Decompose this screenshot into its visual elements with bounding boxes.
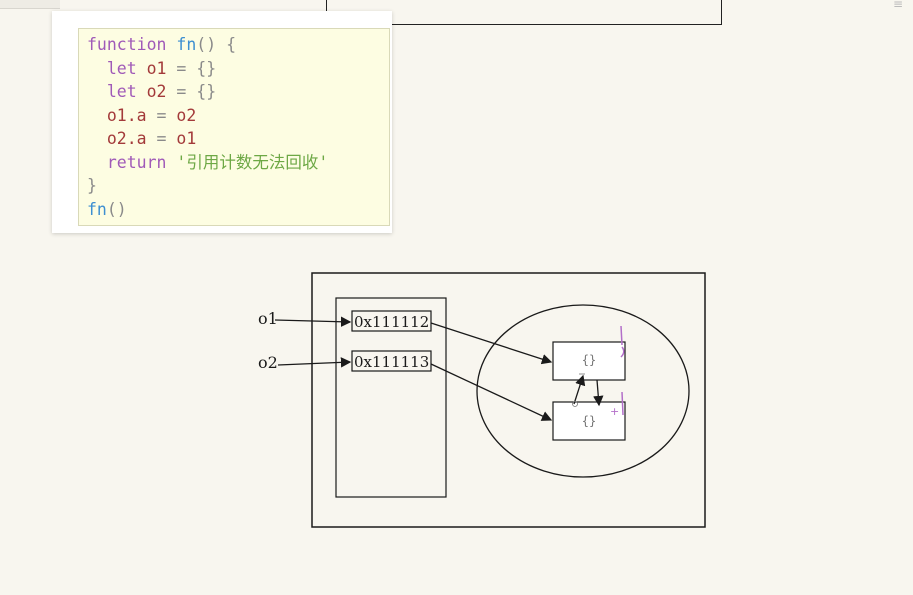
address-label-1: 0x111112 xyxy=(354,313,429,331)
var-label-o2: o2 xyxy=(258,353,278,372)
arrow-o2-to-cell xyxy=(277,357,352,368)
arrow-object1-to-object2 xyxy=(593,379,604,407)
annotation-mark-2 xyxy=(621,391,624,416)
arrow-cell1-to-object1 xyxy=(430,322,553,365)
memory-diagram: 0x111112 0x111113 o1 o2 {} {} + xyxy=(258,272,706,528)
address-label-2: 0x111113 xyxy=(354,353,429,371)
heap-object-2-label: {} xyxy=(582,414,596,428)
heap-ellipse xyxy=(476,304,690,478)
heap-object-1-label: {} xyxy=(582,353,596,367)
annotation-plus: + xyxy=(610,405,619,418)
var-label-o1: o1 xyxy=(258,309,278,328)
arrow-cell2-to-object2 xyxy=(430,363,553,421)
